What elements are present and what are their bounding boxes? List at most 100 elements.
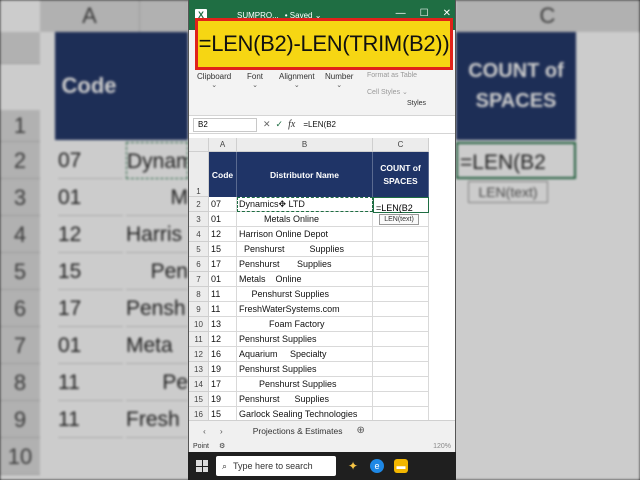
count-of-spaces-cell[interactable] xyxy=(373,287,429,302)
count-of-spaces-cell[interactable] xyxy=(373,377,429,392)
distributor-name-cell[interactable]: Penshurst Supplies xyxy=(237,257,373,272)
name-box[interactable]: B2 xyxy=(193,117,257,132)
row-header[interactable]: 8 xyxy=(189,287,209,302)
scroll-left-icon[interactable]: ‹ xyxy=(203,426,206,436)
code-cell[interactable]: 17 xyxy=(209,257,237,272)
row-header[interactable]: 4 xyxy=(189,227,209,242)
sparkle-icon[interactable]: ✦ xyxy=(346,459,360,473)
code-cell[interactable]: 01 xyxy=(209,272,237,287)
code-cell[interactable]: 12 xyxy=(209,227,237,242)
header-count-of-spaces[interactable]: COUNT of SPACES xyxy=(373,152,429,197)
enter-icon[interactable]: ✓ xyxy=(276,119,284,130)
cell-styles-button[interactable]: Cell Styles ⌄ xyxy=(367,88,408,96)
column-header-c[interactable]: C xyxy=(373,138,429,152)
distributor-name-cell[interactable]: Harrison Online Depot xyxy=(237,227,373,242)
row-header[interactable]: 7 xyxy=(189,272,209,287)
row-header-1[interactable]: 1 xyxy=(189,152,209,197)
row-header[interactable]: 12 xyxy=(189,347,209,362)
select-all-corner[interactable] xyxy=(189,138,209,152)
sheet-tab-projections[interactable]: Projections & Estimates xyxy=(253,426,343,436)
distributor-name-cell[interactable]: Penshurst Supplies xyxy=(237,377,373,392)
distributor-name-cell[interactable]: Penshurst Supplies xyxy=(237,332,373,347)
distributor-name-cell[interactable]: FreshWaterSystems.com xyxy=(237,302,373,317)
row-header[interactable]: 9 xyxy=(189,302,209,317)
column-header-b[interactable]: B xyxy=(237,138,373,152)
bg-name-cell: Pensh xyxy=(126,290,188,327)
distributor-name-cell[interactable]: Penshurst Supplies xyxy=(237,287,373,302)
code-cell[interactable]: 13 xyxy=(209,317,237,332)
row-header[interactable]: 14 xyxy=(189,377,209,392)
count-of-spaces-cell[interactable] xyxy=(373,272,429,287)
add-sheet-icon[interactable]: ⊕ xyxy=(356,425,364,436)
bg-row-num: 3 xyxy=(0,179,40,216)
row-header[interactable]: 16 xyxy=(189,407,209,420)
distributor-name-cell[interactable]: Penshurst Supplies xyxy=(237,392,373,407)
bg-code-cell: 12 xyxy=(58,216,123,253)
code-cell[interactable]: 19 xyxy=(209,362,237,377)
edge-browser-icon[interactable]: e xyxy=(370,459,384,473)
code-cell[interactable]: 11 xyxy=(209,302,237,317)
formula-input[interactable]: =LEN(B2 xyxy=(303,120,336,129)
row-header[interactable]: 11 xyxy=(189,332,209,347)
count-of-spaces-cell[interactable] xyxy=(373,257,429,272)
accessibility-icon[interactable]: ⚙ xyxy=(219,442,225,450)
taskbar-search[interactable]: ⌕ Type here to search xyxy=(216,456,336,476)
code-cell[interactable]: 19 xyxy=(209,392,237,407)
alignment-group[interactable]: Alignment ⌄ xyxy=(279,72,315,89)
count-of-spaces-cell[interactable] xyxy=(373,347,429,362)
row-header[interactable]: 13 xyxy=(189,362,209,377)
count-of-spaces-cell[interactable] xyxy=(373,317,429,332)
count-of-spaces-cell[interactable] xyxy=(373,332,429,347)
row-header[interactable]: 10 xyxy=(189,317,209,332)
count-of-spaces-cell[interactable] xyxy=(373,392,429,407)
code-cell[interactable]: 12 xyxy=(209,332,237,347)
code-cell[interactable]: 07 xyxy=(209,197,237,212)
zoom-level[interactable]: 120% xyxy=(433,443,451,450)
header-code[interactable]: Code xyxy=(209,152,237,197)
header-distributor-name[interactable]: Distributor Name xyxy=(237,152,373,197)
insert-function-icon[interactable]: fx xyxy=(288,119,295,130)
cancel-icon[interactable]: ✕ xyxy=(263,119,271,130)
count-of-spaces-cell[interactable] xyxy=(373,302,429,317)
windows-start-icon[interactable] xyxy=(196,460,208,472)
code-cell[interactable]: 01 xyxy=(209,212,237,227)
bg-column-header-b xyxy=(140,0,188,32)
row-header[interactable]: 3 xyxy=(189,212,209,227)
alignment-label: Alignment xyxy=(279,72,315,81)
bg-header-count: COUNT of SPACES xyxy=(456,32,576,140)
code-cell[interactable]: 11 xyxy=(209,287,237,302)
distributor-name-cell[interactable]: Penshurst Supplies xyxy=(237,362,373,377)
count-of-spaces-cell[interactable] xyxy=(373,227,429,242)
code-cell[interactable]: 15 xyxy=(209,407,237,420)
count-of-spaces-cell[interactable] xyxy=(373,407,429,420)
row-header[interactable]: 6 xyxy=(189,257,209,272)
distributor-name-cell[interactable]: Foam Factory xyxy=(237,317,373,332)
code-cell[interactable]: 15 xyxy=(209,242,237,257)
row-header[interactable]: 2 xyxy=(189,197,209,212)
distributor-name-cell[interactable]: Aquarium Specialty xyxy=(237,347,373,362)
column-header-a[interactable]: A xyxy=(209,138,237,152)
code-cell[interactable]: 16 xyxy=(209,347,237,362)
bg-header-name xyxy=(123,32,188,140)
scroll-right-icon[interactable]: › xyxy=(220,426,223,436)
row-header[interactable]: 15 xyxy=(189,392,209,407)
font-label: Font xyxy=(247,72,264,81)
number-group[interactable]: Number ⌄ xyxy=(325,72,353,89)
count-of-spaces-cell[interactable] xyxy=(373,242,429,257)
distributor-name-cell[interactable]: Penshurst Supplies xyxy=(237,242,373,257)
font-group[interactable]: Font ⌄ xyxy=(247,72,263,89)
function-tooltip[interactable]: LEN(text) xyxy=(379,214,419,225)
file-explorer-icon[interactable]: ▬ xyxy=(394,459,408,473)
bg-row-header xyxy=(0,32,40,64)
clipboard-group[interactable]: Clipboard ⌄ xyxy=(197,72,231,89)
distributor-name-cell[interactable]: Metals Online xyxy=(237,272,373,287)
bg-name-cell: Meta xyxy=(126,327,188,364)
distributor-name-cell[interactable]: Metals Online xyxy=(237,212,373,227)
active-cell-c2[interactable]: =LEN(B2 xyxy=(373,197,429,213)
code-cell[interactable]: 17 xyxy=(209,377,237,392)
count-of-spaces-cell[interactable] xyxy=(373,362,429,377)
row-header[interactable]: 5 xyxy=(189,242,209,257)
format-as-table-button[interactable]: Format as Table xyxy=(367,72,417,79)
distributor-name-cell[interactable]: Garlock Sealing Technologies xyxy=(237,407,373,420)
spreadsheet-grid[interactable]: A B C 1 Code Distributor Name COUNT of S… xyxy=(189,138,455,420)
